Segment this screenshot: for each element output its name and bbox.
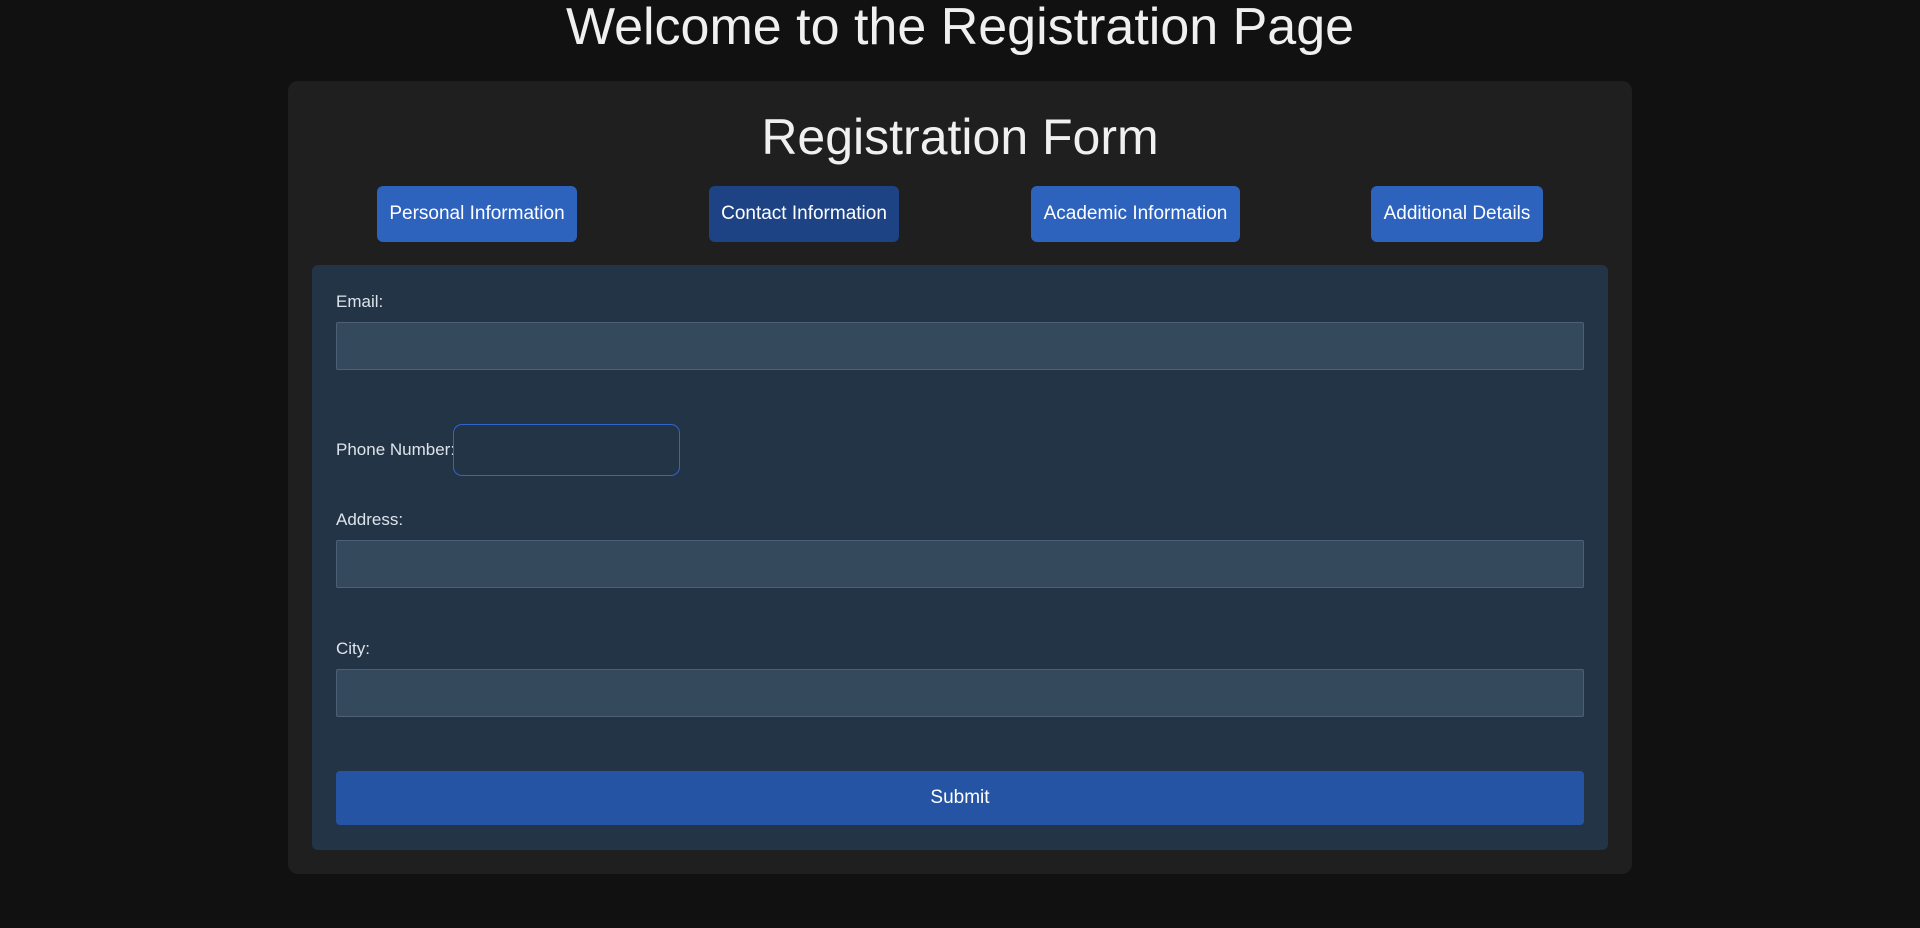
- tab-academic-information[interactable]: Academic Information: [1031, 186, 1240, 242]
- email-label: Email:: [336, 292, 384, 311]
- contact-information-panel: Email: Phone Number: Address: City: Subm…: [312, 265, 1608, 850]
- phone-number-label: Phone Number:: [336, 440, 456, 459]
- phone-number-field[interactable]: [453, 424, 680, 476]
- submit-button[interactable]: Submit: [336, 771, 1584, 825]
- registration-card: Registration Form Personal Information C…: [288, 81, 1632, 874]
- form-title: Registration Form: [761, 109, 1159, 165]
- tab-personal-information[interactable]: Personal Information: [377, 186, 577, 242]
- tab-additional-details[interactable]: Additional Details: [1371, 186, 1543, 242]
- address-label: Address:: [336, 510, 404, 529]
- address-field[interactable]: [336, 540, 1584, 588]
- tab-bar: Personal Information Contact Information…: [288, 186, 1632, 242]
- email-field[interactable]: [336, 322, 1584, 370]
- city-label: City:: [336, 639, 370, 658]
- tab-contact-information[interactable]: Contact Information: [709, 186, 899, 242]
- city-field[interactable]: [336, 669, 1584, 717]
- page-title: Welcome to the Registration Page: [565, 0, 1355, 56]
